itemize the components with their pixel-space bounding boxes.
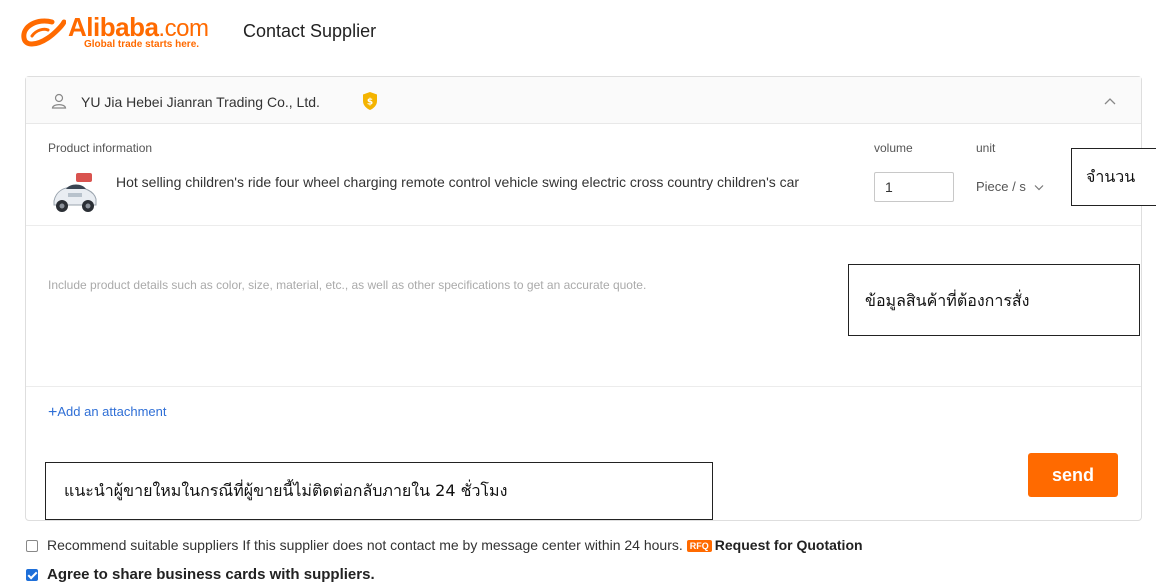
volume-label: volume <box>874 141 913 155</box>
request-for-quotation-link[interactable]: Request for Quotation <box>715 537 863 553</box>
unit-select-value: Piece / s <box>976 179 1026 194</box>
chevron-down-icon <box>1035 185 1044 191</box>
attachment-label: Add an attachment <box>57 404 167 419</box>
recommend-label: Recommend suitable suppliers If this sup… <box>47 537 683 553</box>
user-icon <box>51 93 67 109</box>
send-button[interactable]: send <box>1028 453 1118 497</box>
verified-shield-icon: $ <box>363 92 377 110</box>
logo-tagline: Global trade starts here. <box>84 39 200 50</box>
product-thumbnail[interactable] <box>48 167 102 221</box>
unit-select[interactable]: Piece / s <box>976 179 1044 194</box>
supplier-name[interactable]: YU Jia Hebei Jianran Trading Co., Ltd. <box>81 94 320 110</box>
recommend-option-text: Recommend suitable suppliers If this sup… <box>47 537 863 553</box>
volume-input[interactable] <box>874 172 954 202</box>
add-attachment-link[interactable]: +Add an attachment <box>48 403 166 421</box>
svg-text:$: $ <box>367 98 373 108</box>
page-title: Contact Supplier <box>243 21 377 41</box>
plus-icon: + <box>48 404 58 421</box>
header: Alibaba.com Global trade starts here. Co… <box>0 0 1156 66</box>
product-info-label: Product information <box>48 141 153 155</box>
chevron-up-icon[interactable] <box>1104 97 1116 105</box>
rfq-icon: RFQ <box>686 540 712 552</box>
unit-label: unit <box>976 141 996 155</box>
recommend-annotation: แนะนำผู้ขายใหมในกรณีที่ผู้ขายนี้ไม่ติดต่… <box>45 462 713 520</box>
supplier-header[interactable]: YU Jia Hebei Jianran Trading Co., Ltd. $ <box>26 77 1141 124</box>
quantity-annotation: จำนวน <box>1071 148 1156 206</box>
details-annotation: ข้อมูลสินค้าที่ต้องการสั่ง <box>848 264 1140 336</box>
message-placeholder: Include product details such as color, s… <box>48 278 647 292</box>
product-title[interactable]: Hot selling children's ride four wheel c… <box>116 173 816 191</box>
share-cards-checkbox[interactable] <box>26 569 38 581</box>
share-cards-label: Agree to share business cards with suppl… <box>47 566 375 583</box>
recommend-checkbox[interactable] <box>26 540 38 552</box>
alibaba-swoosh-icon <box>21 18 66 47</box>
